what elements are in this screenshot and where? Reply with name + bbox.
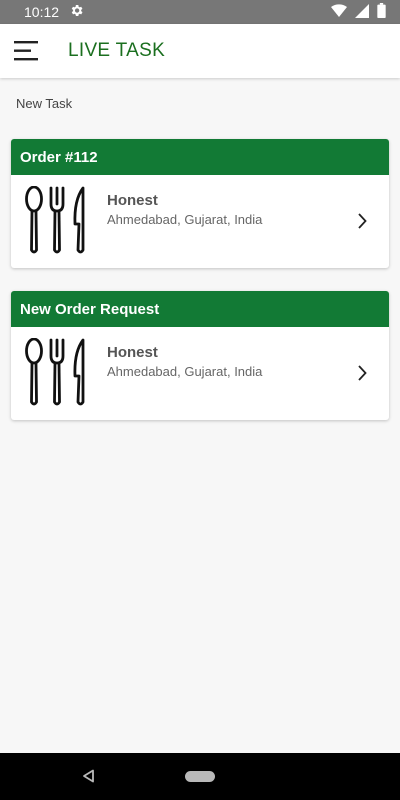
task-card-header: Order #112 xyxy=(11,139,389,175)
chevron-right-icon[interactable] xyxy=(357,213,367,234)
status-right xyxy=(331,3,386,21)
home-pill-icon[interactable] xyxy=(185,771,215,782)
task-card-header: New Order Request xyxy=(11,291,389,327)
section-label: New Task xyxy=(16,96,73,111)
gear-icon xyxy=(69,3,84,21)
back-icon[interactable] xyxy=(82,769,95,788)
status-time: 10:12 xyxy=(24,4,60,20)
task-card-body: Honest Ahmedabad, Gujarat, India xyxy=(11,175,389,268)
task-card[interactable]: Order #112 Honest Ahmedabad, Gujarat, In… xyxy=(11,139,389,268)
chevron-right-icon[interactable] xyxy=(357,365,367,386)
shop-name: Honest xyxy=(107,192,158,209)
hamburger-menu-icon[interactable] xyxy=(0,24,54,78)
wifi-icon xyxy=(331,3,347,21)
navigation-bar xyxy=(0,753,400,800)
status-left: 10:12 xyxy=(24,3,84,21)
shop-address: Ahmedabad, Gujarat, India xyxy=(107,364,263,379)
task-card-body: Honest Ahmedabad, Gujarat, India xyxy=(11,327,389,420)
status-bar: 10:12 xyxy=(0,0,400,24)
task-card[interactable]: New Order Request Honest Ahmedabad, Guja… xyxy=(11,291,389,420)
page-title: LIVE TASK xyxy=(68,40,166,61)
shop-name: Honest xyxy=(107,344,158,361)
app-bar: LIVE TASK xyxy=(0,24,400,78)
shop-address: Ahmedabad, Gujarat, India xyxy=(107,212,263,227)
signal-icon xyxy=(355,3,369,21)
cutlery-icon xyxy=(23,337,93,413)
cutlery-icon xyxy=(23,185,93,261)
battery-icon xyxy=(377,3,386,21)
